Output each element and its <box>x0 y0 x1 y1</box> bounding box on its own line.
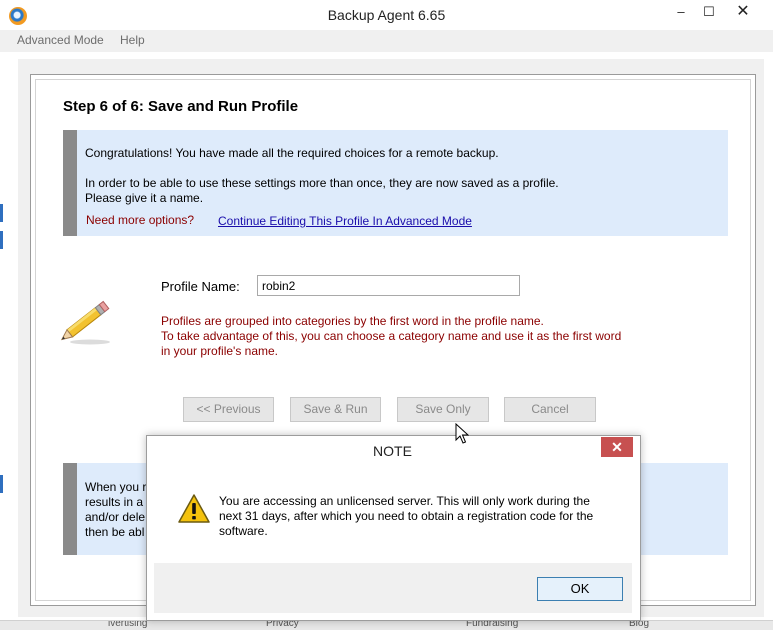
close-button[interactable]: ✕ <box>726 0 760 26</box>
info-secondary-line: results in a l <box>85 495 150 509</box>
save-run-button[interactable]: Save & Run <box>290 397 381 422</box>
dialog-message: You are accessing an unlicensed server. … <box>219 494 594 538</box>
mouse-cursor-icon <box>455 423 469 444</box>
footer-link[interactable]: Blog <box>629 621 649 629</box>
warning-icon <box>178 494 210 523</box>
info-secondary-line: and/or dele <box>85 510 146 524</box>
info-secondary-line: When you r <box>85 480 147 494</box>
background-window-edge <box>0 475 3 493</box>
profile-hint-line: To take advantage of this, you can choos… <box>161 329 622 343</box>
maximize-button[interactable]: ☐ <box>692 0 726 26</box>
profile-hint-line: Profiles are grouped into categories by … <box>161 314 544 328</box>
footer-link[interactable]: Fundraising <box>466 621 518 629</box>
congrats-text: Congratulations! You have made all the r… <box>85 146 499 160</box>
more-options-label: Need more options? <box>86 213 195 227</box>
dialog-title: NOTE <box>373 443 412 459</box>
profile-name-label: Profile Name: <box>161 279 240 294</box>
previous-button[interactable]: << Previous <box>183 397 274 422</box>
info-secondary-line: then be abl <box>85 525 145 539</box>
pencil-icon <box>60 300 110 345</box>
menu-advanced-mode[interactable]: Advanced Mode <box>17 33 104 47</box>
info-box-secondary-accent <box>63 463 77 555</box>
dialog-close-button[interactable]: ✕ <box>601 437 633 457</box>
footer-link[interactable]: ivertising <box>108 621 147 629</box>
save-info-line: In order to be able to use these setting… <box>85 176 559 190</box>
menu-help[interactable]: Help <box>120 33 145 47</box>
wizard-cancel-button[interactable]: Cancel <box>504 397 596 422</box>
step-title: Step 6 of 6: Save and Run Profile <box>63 98 299 115</box>
info-box-accent <box>63 130 77 236</box>
continue-editing-link[interactable]: Continue Editing This Profile In Advance… <box>218 214 472 228</box>
save-info-line: Please give it a name. <box>85 191 204 205</box>
ok-button[interactable]: OK <box>537 577 623 601</box>
profile-name-input[interactable] <box>257 275 520 296</box>
save-only-button[interactable]: Save Only <box>397 397 489 422</box>
profile-hint-line: in your profile's name. <box>161 344 279 358</box>
background-window-edge <box>0 204 3 222</box>
background-window-edge <box>0 231 3 249</box>
footer-link[interactable]: Privacy <box>266 621 299 629</box>
menu-bar <box>0 30 773 52</box>
window-title: Backup Agent 6.65 <box>327 7 446 23</box>
